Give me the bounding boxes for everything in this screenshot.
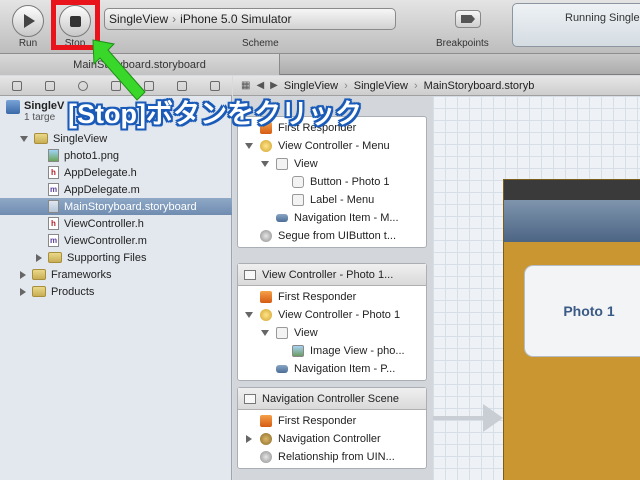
annotation-text: [Stop]ボタンをクリック xyxy=(68,99,362,129)
annotation-arrow xyxy=(92,39,146,101)
arrow-icon xyxy=(92,39,146,101)
